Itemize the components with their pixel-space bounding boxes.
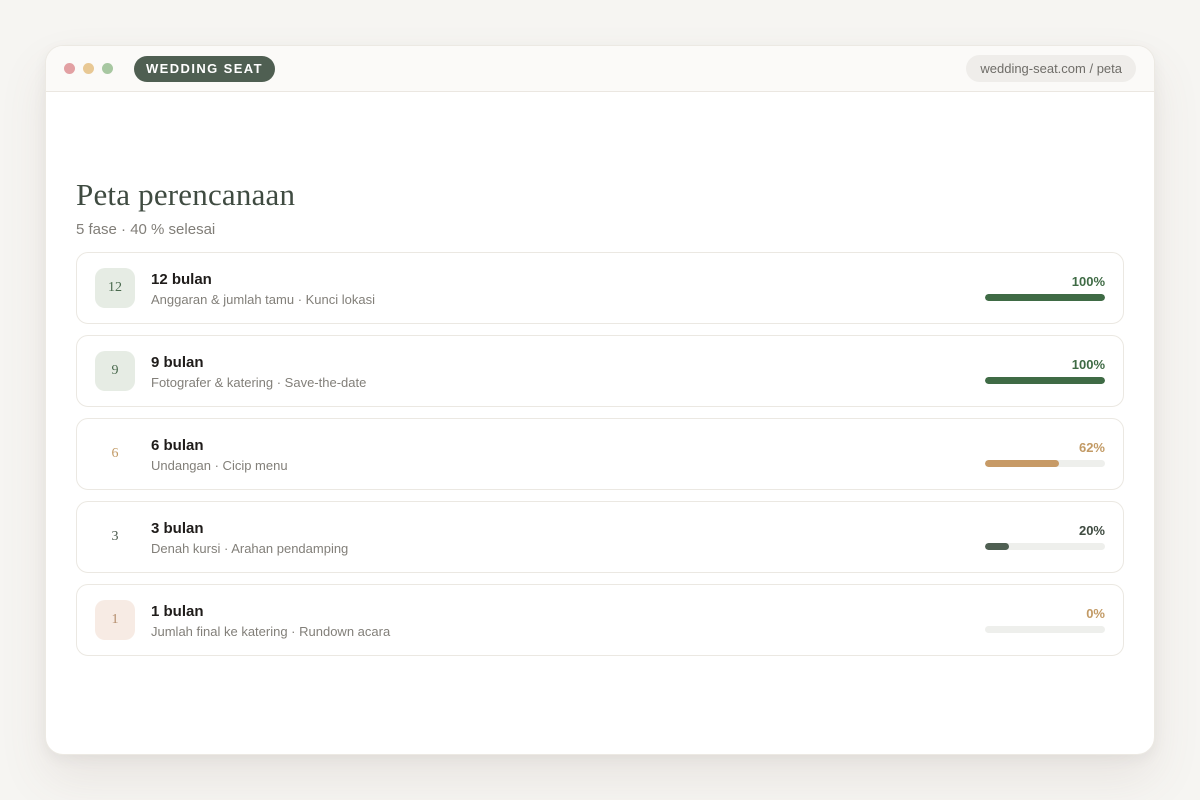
phase-item-12[interactable]: 12 12 bulan Anggaran & jumlah tamu · Kun… (76, 252, 1124, 324)
phase-title: 9 bulan (151, 354, 204, 371)
window-titlebar: WEDDING SEAT wedding-seat.com / peta (46, 46, 1154, 92)
phase-progress-fill (985, 543, 1009, 550)
close-window-dot[interactable] (64, 63, 75, 74)
phase-progress-track (985, 294, 1105, 301)
phase-progress-track (985, 377, 1105, 384)
phase-percent: 100% (1071, 274, 1105, 289)
phase-title: 3 bulan (151, 520, 204, 537)
phase-description: Jumlah final ke katering · Rundown acara (151, 624, 391, 639)
phase-title: 1 bulan (151, 603, 204, 620)
phase-item-6[interactable]: 6 6 bulan Undangan · Cicip menu 62% (76, 418, 1124, 490)
phase-percent: 62% (1078, 440, 1105, 455)
phase-item-9[interactable]: 9 9 bulan Fotografer & katering · Save-t… (76, 335, 1124, 407)
phase-title: 6 bulan (151, 437, 204, 454)
page-subtitle: 5 fase · 40 % selesai (76, 221, 216, 238)
phase-description: Undangan · Cicip menu (151, 458, 288, 473)
minimize-window-dot[interactable] (83, 63, 94, 74)
phase-item-1[interactable]: 1 1 bulan Jumlah final ke katering · Run… (76, 584, 1124, 656)
phase-list: 12 12 bulan Anggaran & jumlah tamu · Kun… (76, 252, 1124, 656)
phase-title: 12 bulan (151, 271, 212, 288)
phase-badge: 12 (95, 268, 135, 308)
phase-description: Fotografer & katering · Save-the-date (151, 375, 367, 390)
phase-progress-fill (985, 460, 1060, 467)
phase-description: Denah kursi · Arahan pendamping (151, 541, 349, 556)
phase-percent: 0% (1086, 606, 1105, 621)
phase-item-3[interactable]: 3 3 bulan Denah kursi · Arahan pendampin… (76, 501, 1124, 573)
phase-badge: 3 (95, 517, 135, 557)
phase-progress-track (985, 460, 1105, 467)
phase-progress-track (985, 543, 1105, 550)
phase-progress-fill (985, 377, 1105, 384)
phase-badge: 1 (95, 600, 135, 640)
phase-badge: 9 (95, 351, 135, 391)
phase-badge: 6 (95, 434, 135, 474)
maximize-window-dot[interactable] (102, 63, 113, 74)
page-title: Peta perencanaan (76, 177, 296, 212)
browser-window: WEDDING SEAT wedding-seat.com / peta Pet… (45, 45, 1155, 755)
phase-progress-fill (985, 294, 1105, 301)
phase-description: Anggaran & jumlah tamu · Kunci lokasi (151, 292, 376, 307)
phase-percent: 20% (1078, 523, 1105, 538)
address-bar[interactable]: wedding-seat.com / peta (966, 55, 1136, 82)
phase-percent: 100% (1071, 357, 1105, 372)
phase-progress-track (985, 626, 1105, 633)
main-content: Peta perencanaan 5 fase · 40 % selesai 1… (46, 177, 1154, 656)
brand-badge[interactable]: WEDDING SEAT (134, 55, 275, 82)
